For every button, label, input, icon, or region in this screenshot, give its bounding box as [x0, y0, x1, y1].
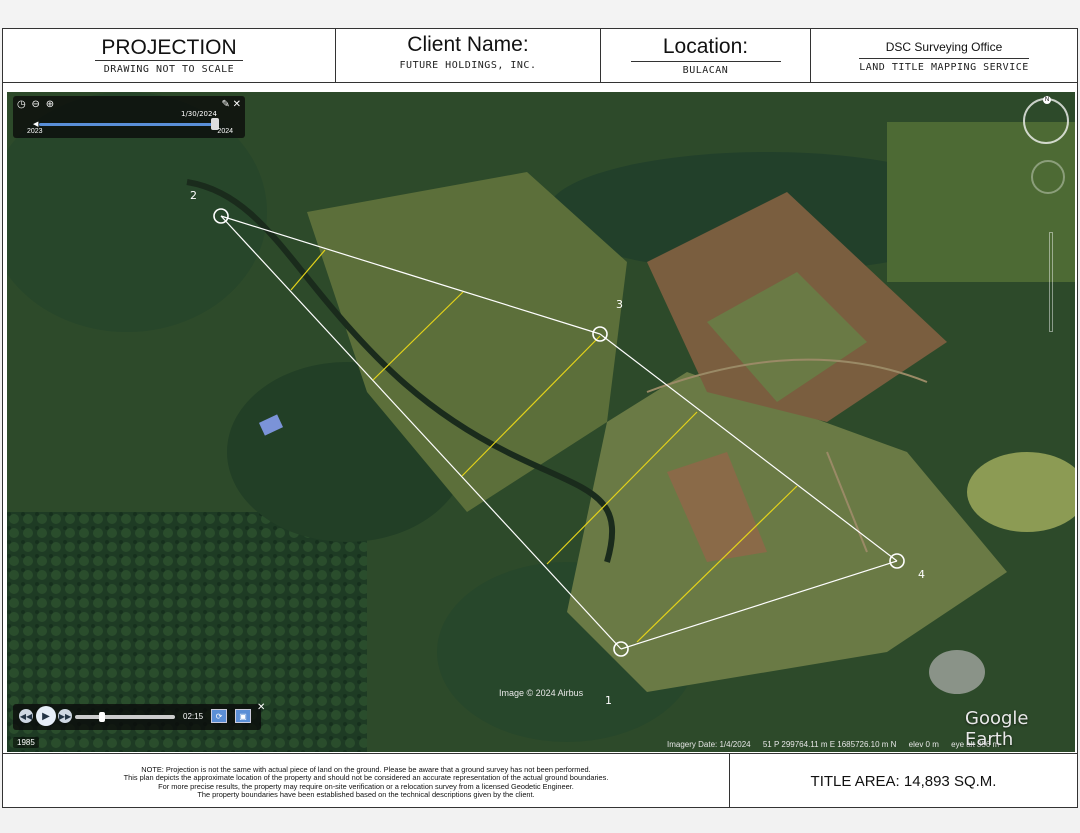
repeat-icon[interactable]: ⟳: [211, 709, 227, 723]
projection-cell: PROJECTION DRAWING NOT TO SCALE: [3, 29, 336, 82]
north-indicator: N: [1043, 96, 1051, 104]
disclaimer-note: NOTE: Projection is not the same with ac…: [3, 754, 730, 808]
location-rule: [630, 61, 781, 62]
location-value: BULACAN: [682, 65, 729, 76]
wrench-icon[interactable]: ✎: [221, 99, 229, 110]
office-cell: DSC Surveying Office LAND TITLE MAPPING …: [811, 29, 1077, 82]
fast-forward-icon[interactable]: ▶▶: [58, 709, 72, 723]
boundary-line-3-4: [599, 333, 898, 562]
tour-player: ◀◀ ▶ ▶▶ 02:15 ⟳ ▣ ✕: [13, 702, 265, 730]
location-label: Location:: [662, 35, 749, 58]
boundary-line-2-3: [220, 215, 601, 335]
top-margin: [0, 0, 1080, 28]
google-earth-logo: Google Earth: [965, 708, 1029, 750]
clock-icon[interactable]: ◷: [17, 99, 26, 110]
zoom-out-icon[interactable]: ⊖: [32, 99, 40, 110]
historical-imagery-slider[interactable]: ◷ ⊖ ⊕ ✎ ✕ 1/30/2024 ◀ 2023 2024: [13, 96, 245, 138]
imagery-date: Imagery Date: 1/4/2024: [667, 740, 751, 749]
elevation: elev 0 m: [908, 740, 939, 749]
location-cell: Location: BULACAN: [601, 29, 811, 82]
end-year-label: 2024: [217, 128, 233, 135]
tour-progress-thumb[interactable]: [99, 712, 105, 722]
boundary-line-1-2: [220, 215, 622, 650]
projection-subtitle: DRAWING NOT TO SCALE: [103, 64, 235, 75]
slider-window-controls: ✎ ✕: [221, 99, 241, 110]
lot-boundary: [213, 208, 905, 657]
look-joystick[interactable]: [1031, 160, 1065, 194]
point-label-1: 1: [605, 694, 612, 707]
subdivision-line: [461, 335, 601, 477]
imagery-attribution: Image © 2024 Airbus: [499, 688, 584, 698]
office-rule: [859, 57, 1029, 59]
slider-tools: ◷ ⊖ ⊕: [17, 99, 57, 110]
projection-title: PROJECTION: [95, 36, 243, 61]
imagery-date-label: 1/30/2024: [181, 110, 217, 118]
client-label: Client Name:: [407, 32, 529, 56]
tour-progress-track[interactable]: [75, 715, 175, 719]
office-name: DSC Surveying Office: [885, 39, 1003, 54]
map-status-bar: Imagery Date: 1/4/2024 51 P 299764.11 m …: [667, 740, 1009, 749]
point-label-2: 2: [190, 189, 197, 202]
title-area: TITLE AREA: 14,893 SQ.M.: [810, 772, 997, 790]
client-cell: Client Name: FUTURE HOLDINGS, INC.: [336, 29, 601, 82]
satellite-map[interactable]: 1 2 3 4 ◷ ⊖ ⊕ ✎ ✕ 1/30/2024 ◀ 2023 2024 …: [7, 92, 1075, 752]
client-value: FUTURE HOLDINGS, INC.: [399, 59, 537, 71]
survey-sheet: PROJECTION DRAWING NOT TO SCALE Client N…: [2, 28, 1078, 808]
time-slider-track[interactable]: [39, 123, 219, 126]
previous-arrow-icon[interactable]: ◀: [33, 120, 38, 128]
zoom-slider[interactable]: [1049, 232, 1053, 332]
office-service: LAND TITLE MAPPING SERVICE: [859, 61, 1029, 73]
start-year-label: 2023: [27, 128, 43, 135]
subdivision-line: [546, 411, 698, 565]
subdivision-line: [372, 291, 464, 381]
save-icon[interactable]: ▣: [235, 709, 251, 723]
tour-time: 02:15: [183, 712, 204, 721]
point-label-3: 3: [616, 298, 623, 311]
play-button[interactable]: ▶: [36, 706, 56, 726]
close-tour-icon[interactable]: ✕: [257, 702, 265, 713]
point-label-4: 4: [918, 568, 925, 581]
historical-year-badge: 1985: [13, 737, 39, 748]
rewind-icon[interactable]: ◀◀: [19, 709, 33, 723]
title-block: PROJECTION DRAWING NOT TO SCALE Client N…: [3, 29, 1077, 83]
subdivision-line: [290, 249, 326, 291]
close-icon[interactable]: ✕: [233, 99, 241, 110]
compass-ring[interactable]: N: [1023, 96, 1069, 144]
footer-block: NOTE: Projection is not the same with ac…: [3, 753, 1077, 808]
cursor-coordinates: 51 P 299764.11 m E 1685726.10 m N: [762, 740, 897, 749]
zoom-in-icon[interactable]: ⊕: [46, 99, 54, 110]
note-line-4: The property boundaries have been establ…: [197, 790, 535, 800]
boundary-line-4-1: [620, 560, 898, 650]
